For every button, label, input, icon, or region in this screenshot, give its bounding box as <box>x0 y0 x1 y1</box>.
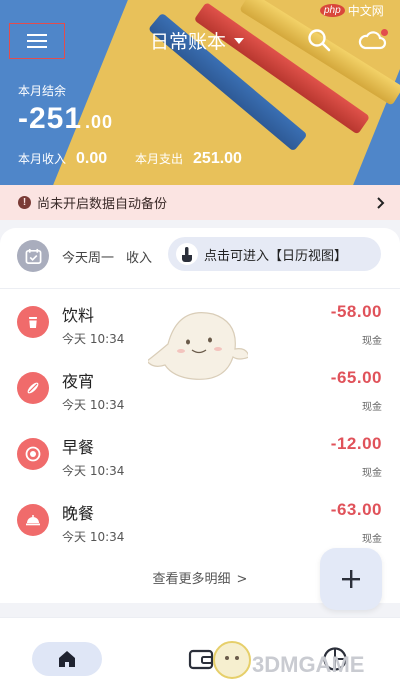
plus-icon <box>342 570 360 588</box>
add-record-button[interactable] <box>320 548 382 610</box>
transaction-amount: -58.00 <box>330 302 382 321</box>
watermark-3dmgame: 3DMGAME <box>252 652 365 677</box>
watermark-php-text: 中文网 <box>347 4 384 18</box>
transaction-amount: -12.00 <box>330 434 382 453</box>
chevron-right-icon: > <box>236 572 248 587</box>
drink-cup-icon <box>17 306 49 338</box>
transaction-category: 饮料 <box>62 306 95 325</box>
cloche-icon <box>17 504 49 536</box>
backup-reminder-banner[interactable]: ! 尚未开启数据自动备份 <box>0 185 400 220</box>
book-title: 日常账本 <box>150 30 227 53</box>
income-value: 0.00 <box>76 150 108 167</box>
transaction-time: 今天 10:34 <box>62 398 125 412</box>
transaction-category: 早餐 <box>62 438 95 457</box>
hamburger-menu-icon <box>27 34 47 48</box>
transaction-row[interactable]: 早餐 今天 10:34 -12.00 现金 <box>0 424 400 490</box>
income-label: 本月收入 <box>18 152 67 166</box>
payment-method: 现金 <box>362 402 382 413</box>
notification-dot <box>381 29 388 36</box>
calendar-check-icon <box>25 248 41 264</box>
balance-integer: -251 <box>18 102 83 135</box>
transaction-row[interactable]: 饮料 今天 10:34 -58.00 现金 <box>0 292 400 358</box>
transaction-row[interactable]: 夜宵 今天 10:34 -65.00 现金 <box>0 358 400 424</box>
home-icon <box>59 651 75 667</box>
view-more-text: 查看更多明细 <box>152 572 231 587</box>
day-summary-text: 今天周一 收入 <box>62 247 152 266</box>
watermark-php: php 中文网 <box>320 2 384 19</box>
transaction-category: 晚餐 <box>62 504 95 523</box>
plate-icon <box>17 438 49 470</box>
divider <box>0 288 400 289</box>
book-selector[interactable]: 日常账本 <box>150 26 245 54</box>
transaction-amount: -65.00 <box>330 368 382 387</box>
day-label: 今天周一 <box>62 251 115 266</box>
payment-method: 现金 <box>362 336 382 347</box>
chevron-down-icon <box>234 38 245 44</box>
header-banner: 日常账本 本月结余 -251.00 本月收入 0.00 本月支出 251.00 … <box>0 0 400 185</box>
tap-hand-icon <box>176 243 198 265</box>
chevron-right-icon <box>377 196 385 209</box>
info-icon: ! <box>18 196 31 209</box>
backup-reminder-text: 尚未开启数据自动备份 <box>37 197 168 212</box>
food-icon <box>17 372 49 404</box>
watermark-php-logo: php <box>320 4 345 17</box>
payment-method: 现金 <box>362 468 382 479</box>
calendar-view-tooltip[interactable]: 点击可进入【日历视图】 <box>168 237 381 271</box>
calendar-icon[interactable] <box>17 240 49 272</box>
transactions-card: 今天周一 收入 点击可进入【日历视图】 饮料 今天 10:34 -58.00 现… <box>0 228 400 603</box>
balance-label: 本月结余 <box>18 84 67 98</box>
transaction-time: 今天 10:34 <box>62 464 125 478</box>
transaction-time: 今天 10:34 <box>62 332 125 346</box>
income-summary: 本月收入 0.00 <box>18 150 107 168</box>
expense-summary: 本月支出 251.00 <box>135 150 242 168</box>
hamburger-menu-button[interactable] <box>9 23 65 59</box>
nav-home-tab[interactable] <box>32 642 102 676</box>
day-summary-row[interactable]: 今天周一 收入 点击可进入【日历视图】 <box>0 228 400 284</box>
transaction-time: 今天 10:34 <box>62 530 125 544</box>
transaction-amount: -63.00 <box>330 500 382 519</box>
watermark-logo-icon <box>213 641 251 679</box>
tooltip-text: 点击可进入【日历视图】 <box>204 248 348 264</box>
transaction-category: 夜宵 <box>62 372 95 391</box>
expense-value: 251.00 <box>193 150 242 167</box>
transaction-row[interactable]: 晚餐 今天 10:34 -63.00 现金 <box>0 490 400 556</box>
balance-decimal: .00 <box>85 112 114 132</box>
balance-value: -251.00 <box>18 102 113 136</box>
income-tag: 收入 <box>126 251 153 266</box>
payment-method: 现金 <box>362 534 382 545</box>
expense-label: 本月支出 <box>135 152 184 166</box>
search-icon[interactable] <box>305 26 333 54</box>
